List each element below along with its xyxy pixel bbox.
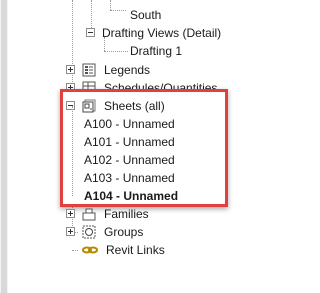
tree-item-label: Drafting 1	[130, 44, 183, 58]
sheet-item-label: A101 - Unnamed	[84, 135, 175, 149]
tree-item-label: Sheets (all)	[104, 99, 165, 113]
tree-line	[72, 250, 78, 251]
tree-item-label: Groups	[104, 225, 144, 239]
sheet-item-label: A100 - Unnamed	[84, 117, 175, 131]
groups-icon	[82, 225, 96, 239]
tree-line	[110, 10, 126, 11]
collapse-toggle[interactable]	[86, 28, 95, 37]
tree-item-label: Legends	[104, 63, 151, 77]
tree-line	[104, 51, 128, 52]
tree-item-label: Revit Links	[106, 243, 165, 257]
tree-item-label: Families	[104, 207, 149, 221]
sheets-icon	[82, 99, 96, 113]
families-icon	[82, 207, 96, 221]
expand-toggle[interactable]	[66, 65, 75, 74]
sheet-item-label: A102 - Unnamed	[84, 153, 175, 167]
sheet-item-label: A104 - Unnamed	[84, 189, 179, 203]
tree-item-label: Drafting Views (Detail)	[102, 26, 222, 40]
expand-toggle[interactable]	[66, 227, 75, 236]
tree-item-label: South	[130, 8, 162, 22]
scrollbar[interactable]	[0, 0, 8, 293]
tree-line	[110, 0, 111, 10]
tree-line	[72, 106, 73, 196]
collapse-toggle[interactable]	[66, 101, 75, 110]
scrollbar-thumb[interactable]	[1, 0, 7, 293]
legends-icon	[82, 63, 96, 77]
sheet-item-label: A103 - Unnamed	[84, 171, 175, 185]
expand-toggle[interactable]	[66, 209, 75, 218]
link-icon	[82, 243, 98, 257]
